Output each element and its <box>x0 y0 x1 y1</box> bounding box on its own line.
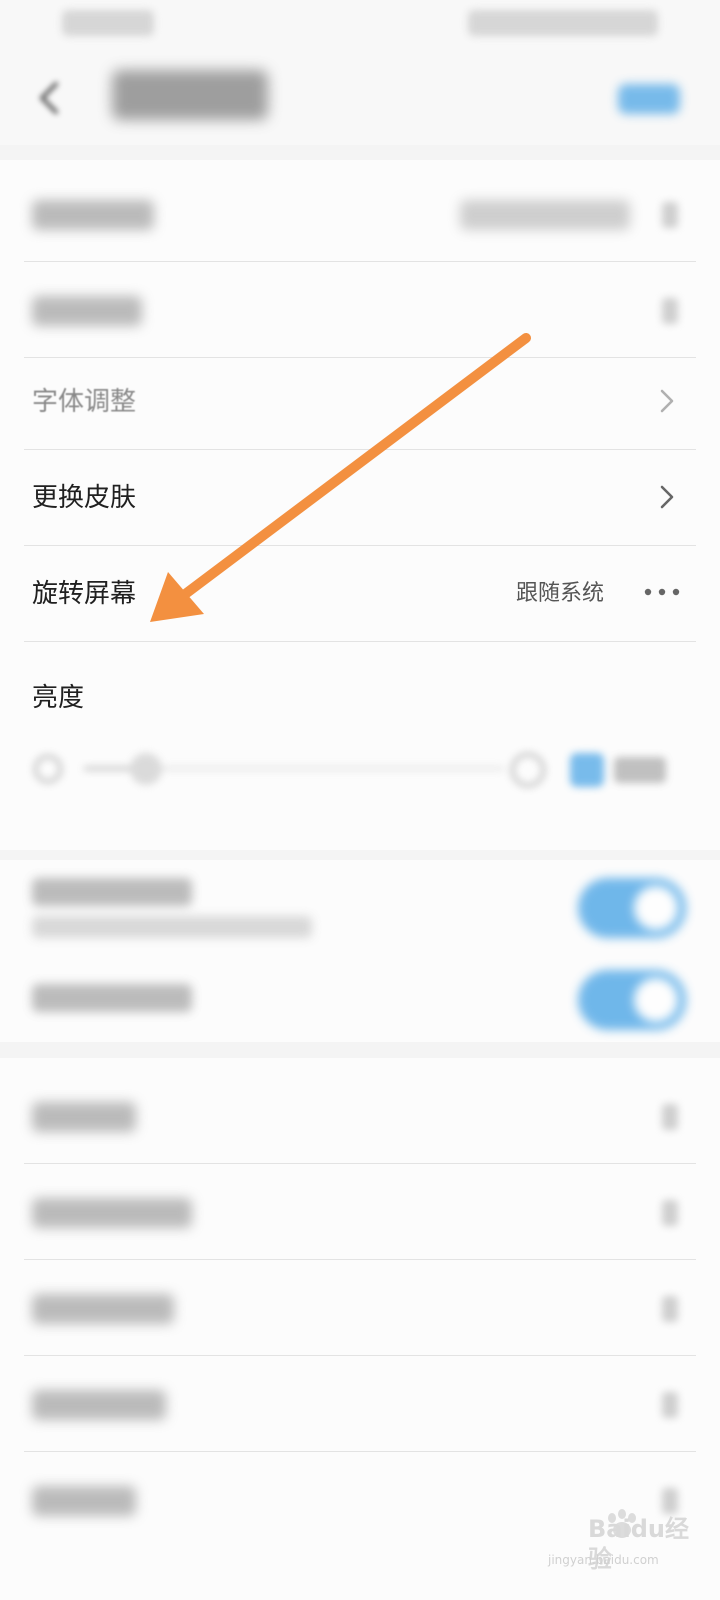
settings-row-blurred-5[interactable] <box>24 1260 696 1356</box>
brightness-high-icon <box>511 753 545 787</box>
chevron-right-icon <box>654 484 680 510</box>
more-dots-icon[interactable] <box>642 584 682 600</box>
settings-row-blurred-2[interactable] <box>24 262 696 358</box>
chevron-right-icon <box>654 388 680 414</box>
blurred-label <box>32 1102 136 1132</box>
header <box>0 50 720 145</box>
chevron-right-icon <box>662 298 678 324</box>
settings-row-blurred-1[interactable] <box>24 166 696 262</box>
change-skin-label: 更换皮肤 <box>32 483 137 513</box>
chevron-right-icon <box>662 1200 678 1226</box>
settings-row-change-skin[interactable]: 更换皮肤 <box>24 450 696 546</box>
blurred-label <box>32 200 154 230</box>
header-action-blurred[interactable] <box>618 84 680 114</box>
blurred-value <box>460 200 630 230</box>
brightness-label: 亮度 <box>32 683 85 713</box>
brightness-slider-thumb[interactable] <box>130 753 162 785</box>
toggle-switch[interactable] <box>578 878 686 938</box>
watermark-url: jingyan.baidu.com <box>548 1553 659 1567</box>
settings-row-blurred-4[interactable] <box>24 1164 696 1260</box>
toggle-knob <box>634 886 678 930</box>
status-bar <box>0 0 720 50</box>
settings-row-rotate-screen[interactable]: 旋转屏幕 跟随系统 <box>24 546 696 642</box>
blurred-toggle-title <box>32 984 192 1012</box>
chevron-right-icon <box>662 202 678 228</box>
rotate-screen-label: 旋转屏幕 <box>32 579 137 609</box>
chevron-right-icon <box>662 1104 678 1130</box>
settings-section-toggles <box>0 860 720 1042</box>
blurred-toggle-subtitle <box>32 916 312 938</box>
settings-row-blurred-6[interactable] <box>24 1356 696 1452</box>
settings-section-general: 字体调整 更换皮肤 旋转屏幕 跟随系统 亮度 <box>0 160 720 850</box>
blurred-toggle-title <box>32 878 192 906</box>
chevron-right-icon <box>662 1392 678 1418</box>
settings-row-font-size[interactable]: 字体调整 <box>24 354 696 450</box>
page-title-blurred <box>112 70 268 120</box>
blurred-label <box>32 1294 174 1324</box>
blurred-label <box>32 1390 166 1420</box>
toggle-row-2[interactable] <box>24 956 696 1044</box>
brightness-slider-row[interactable] <box>24 745 696 795</box>
blurred-label <box>32 1486 136 1516</box>
blurred-label <box>32 1198 192 1228</box>
rotate-screen-value: 跟随系统 <box>515 581 604 606</box>
toggle-knob <box>634 978 678 1022</box>
blurred-label <box>32 296 142 326</box>
toggle-row-1[interactable] <box>24 864 696 952</box>
back-arrow-icon[interactable] <box>32 78 68 118</box>
auto-brightness-label-blurred <box>614 757 666 783</box>
baidu-jingyan-watermark: Baidu经验 jingyan.baidu.com <box>548 1509 698 1580</box>
chevron-right-icon <box>662 1296 678 1322</box>
settings-row-blurred-3[interactable] <box>24 1068 696 1164</box>
auto-brightness-checkbox[interactable] <box>570 753 604 787</box>
font-size-label: 字体调整 <box>32 387 137 417</box>
status-bar-right-blurred <box>468 10 658 36</box>
status-bar-left-blurred <box>62 10 154 36</box>
toggle-switch[interactable] <box>578 970 686 1030</box>
divider <box>24 641 696 642</box>
brightness-low-icon <box>34 755 62 783</box>
